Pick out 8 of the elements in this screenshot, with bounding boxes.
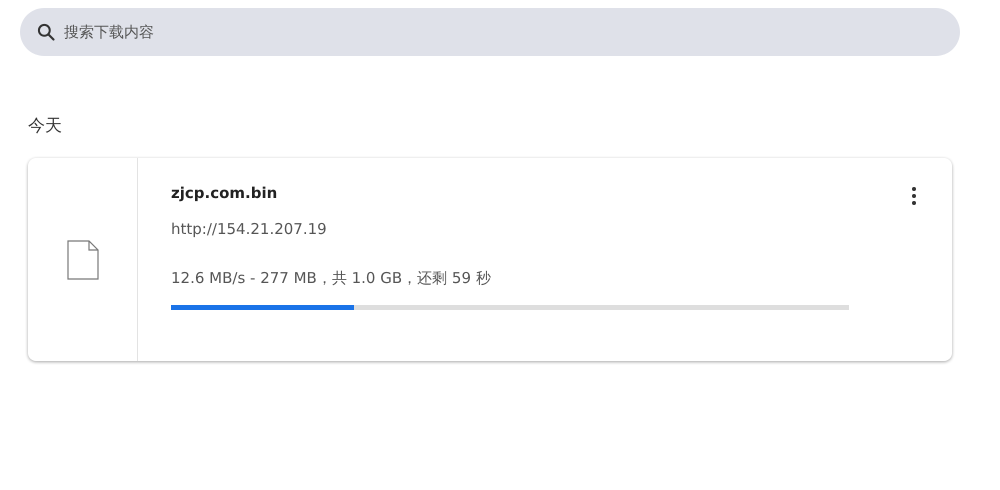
file-icon bbox=[66, 240, 98, 280]
search-icon bbox=[36, 22, 56, 42]
date-heading: 今天 bbox=[28, 115, 63, 138]
file-name[interactable]: zjcp.com.bin bbox=[171, 184, 902, 204]
more-icon bbox=[912, 187, 916, 205]
source-url[interactable]: http://154.21.207.19 bbox=[171, 220, 902, 240]
search-field[interactable]: 搜索下载内容 bbox=[20, 8, 960, 56]
download-status: 12.6 MB/s - 277 MB，共 1.0 GB，还剩 59 秒 bbox=[171, 269, 492, 289]
